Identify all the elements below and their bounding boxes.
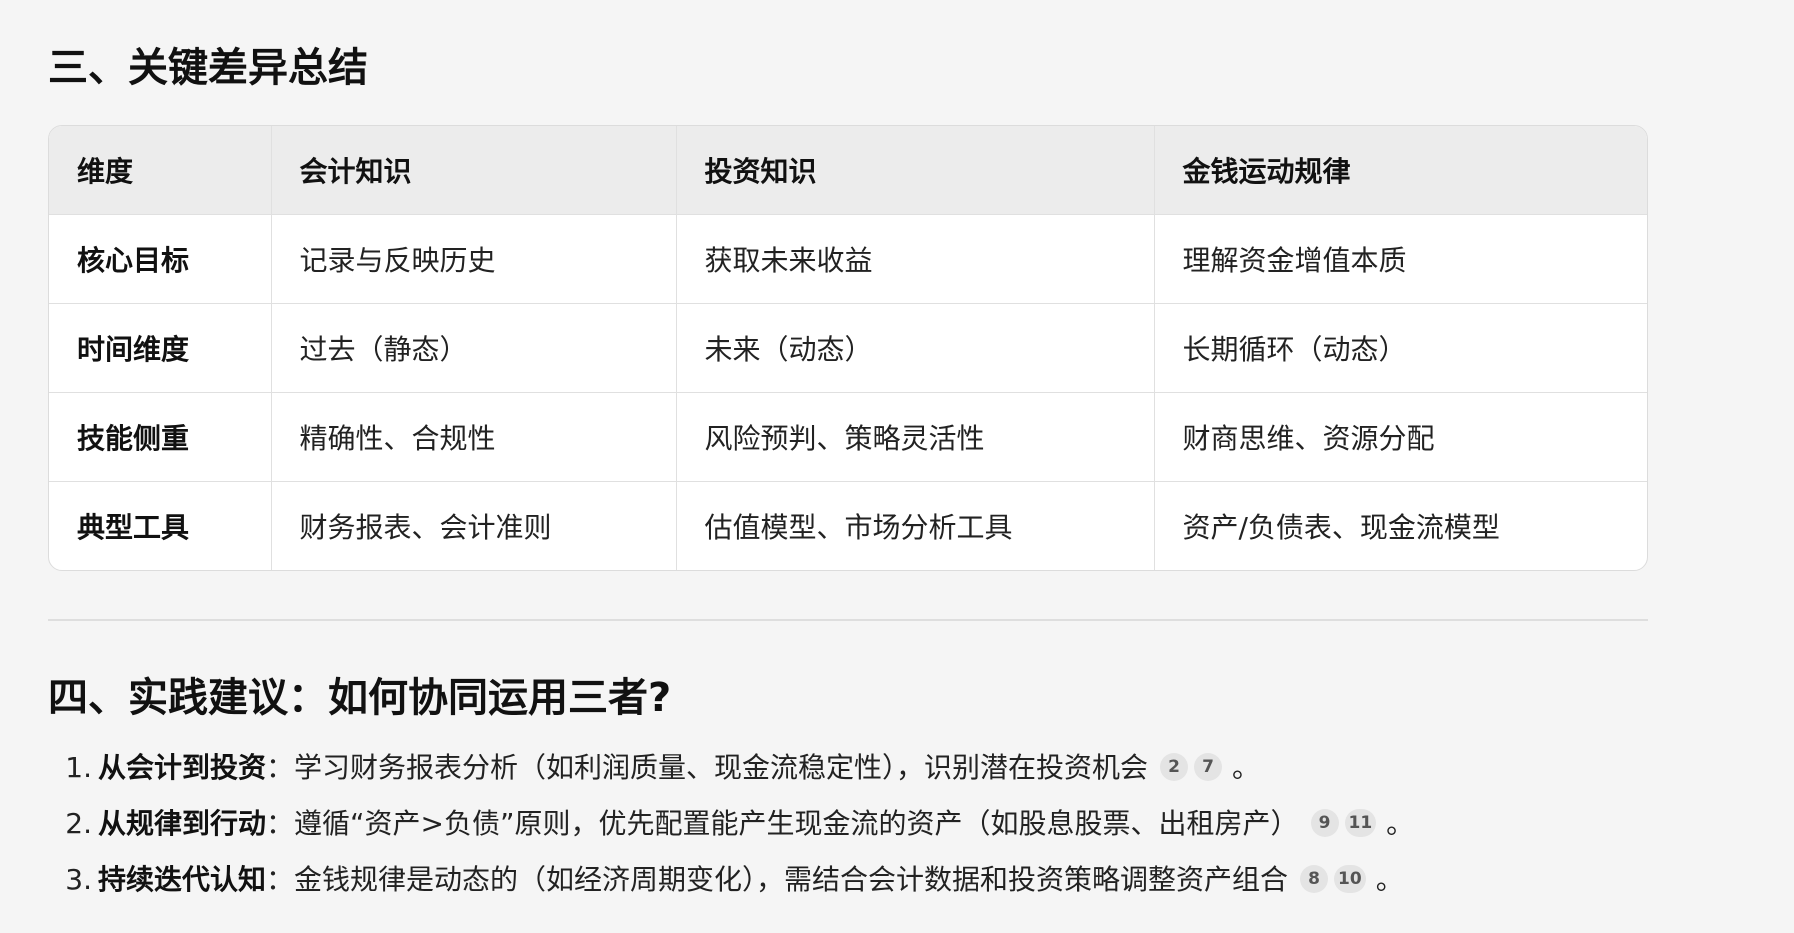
list-item-end-punctuation: 。 [1386, 807, 1415, 840]
table-header-cell: 会计知识 [271, 126, 677, 215]
section-heading-practice-suggestions: 四、实践建议：如何协同运用三者? [48, 675, 672, 721]
list-item-text: ：学习财务报表分析（如利润质量、现金流稳定性），识别潜在投资机会 [266, 751, 1149, 784]
list-item-title: 从会计到投资 [98, 751, 267, 784]
table-cell: 未来（动态） [676, 303, 1155, 393]
list-item-number: 2. [65, 807, 92, 840]
citation-badge[interactable]: 2 [1160, 753, 1189, 781]
table-cell: 财务报表、会计准则 [271, 481, 677, 570]
table-cell: 理解资金增值本质 [1154, 214, 1647, 304]
table-cell: 风险预判、策略灵活性 [676, 392, 1155, 482]
citation-badge[interactable]: 7 [1194, 753, 1223, 781]
citation-badge[interactable]: 9 [1310, 809, 1339, 837]
table-row: 技能侧重 精确性、合规性 风险预判、策略灵活性 财商思维、资源分配 [49, 392, 1647, 482]
list-item: 2. 从规律到行动：遵循“资产>负债”原则，优先配置能产生现金流的资产（如股息股票… [48, 796, 1414, 852]
section-heading-key-differences: 三、关键差异总结 [48, 45, 368, 91]
list-item-end-punctuation: 。 [1232, 751, 1261, 784]
citation-badge[interactable]: 10 [1334, 865, 1366, 893]
table-cell: 精确性、合规性 [271, 392, 677, 482]
table-row: 时间维度 过去（静态） 未来（动态） 长期循环（动态） [49, 303, 1647, 393]
list-item-number: 1. [65, 751, 92, 784]
list-item-text: ：金钱规律是动态的（如经济周期变化），需结合会计数据和投资策略调整资产组合 [266, 863, 1289, 896]
list-item-text: ：遵循“资产>负债”原则，优先配置能产生现金流的资产（如股息股票、出租房产） [266, 807, 1299, 840]
table-cell: 长期循环（动态） [1154, 303, 1647, 393]
table-cell: 财商思维、资源分配 [1154, 392, 1647, 482]
table-cell: 估值模型、市场分析工具 [676, 481, 1155, 570]
citation-badge[interactable]: 11 [1344, 809, 1377, 837]
table-row-header: 技能侧重 [49, 392, 272, 482]
table-header-row: 维度 会计知识 投资知识 金钱运动规律 [49, 126, 1647, 215]
list-item-number: 3. [65, 863, 92, 896]
section-divider [48, 619, 1648, 621]
table-header-cell: 维度 [49, 126, 272, 215]
list-item-title: 持续迭代认知 [98, 863, 267, 896]
table-header-cell: 金钱运动规律 [1154, 126, 1647, 215]
comparison-table: 维度 会计知识 投资知识 金钱运动规律 核心目标 记录与反映历史 获取未来收益 … [48, 125, 1648, 571]
table-row-header: 时间维度 [49, 303, 272, 393]
table-cell: 记录与反映历史 [271, 214, 677, 304]
list-item: 3. 持续迭代认知：金钱规律是动态的（如经济周期变化），需结合会计数据和投资策略调… [48, 852, 1414, 908]
list-item-end-punctuation: 。 [1375, 863, 1404, 896]
table-row: 典型工具 财务报表、会计准则 估值模型、市场分析工具 资产/负债表、现金流模型 [49, 481, 1647, 570]
table-header-cell: 投资知识 [676, 126, 1155, 215]
table-cell: 资产/负债表、现金流模型 [1182, 511, 1500, 544]
table-cell: 获取未来收益 [676, 214, 1155, 304]
list-item-title: 从规律到行动 [98, 807, 267, 840]
table-row: 核心目标 记录与反映历史 获取未来收益 理解资金增值本质 [49, 214, 1647, 304]
table-cell: 过去（静态） [271, 303, 677, 393]
list-item: 1. 从会计到投资：学习财务报表分析（如利润质量、现金流稳定性），识别潜在投资机会… [48, 740, 1414, 796]
table-row-header: 典型工具 [49, 481, 272, 570]
table-row-header: 核心目标 [49, 214, 272, 304]
citation-badge[interactable]: 8 [1300, 865, 1329, 893]
suggestion-list: 1. 从会计到投资：学习财务报表分析（如利润质量、现金流稳定性），识别潜在投资机会… [48, 740, 1414, 908]
